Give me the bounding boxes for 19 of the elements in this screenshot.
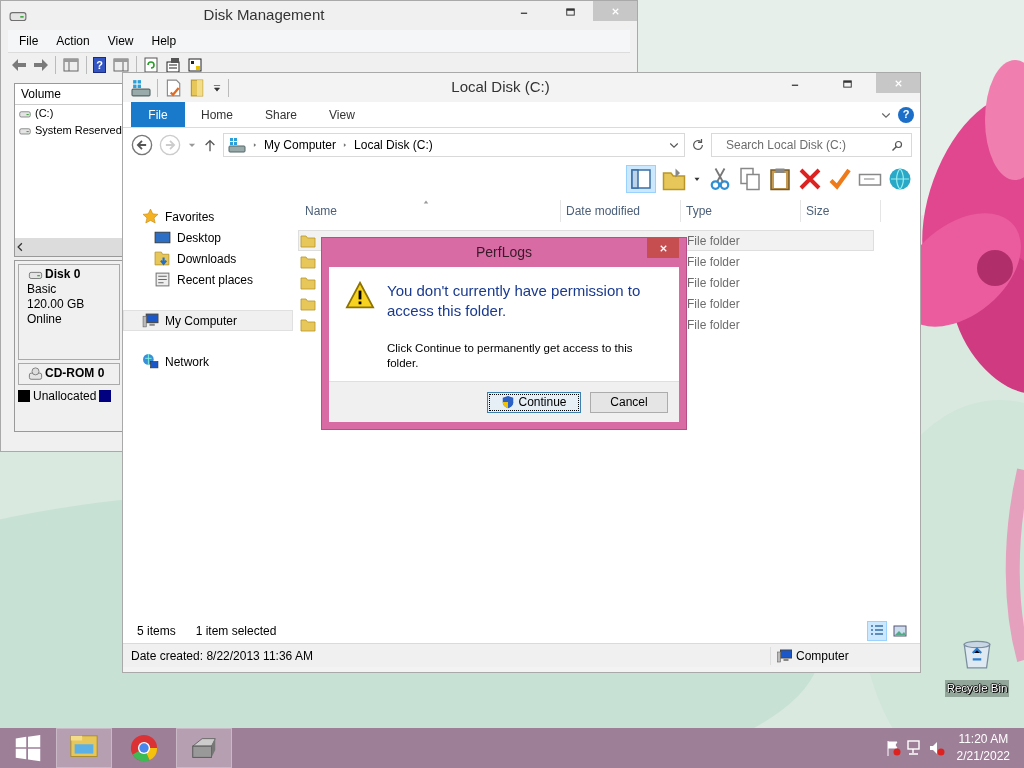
disk-name: CD-ROM 0 (45, 366, 105, 381)
disk-info: 120.00 GB (27, 297, 86, 312)
disk-name: Disk 0 (45, 267, 81, 282)
type-cell-text: File folder (687, 316, 741, 334)
type-cell-text: File folder (687, 295, 741, 313)
window-title: Local Disk (C:) (450, 77, 551, 98)
window-title: Disk Management (202, 5, 326, 26)
disk-info: Basic (27, 282, 58, 297)
location-text: Computer (796, 647, 849, 665)
legend-label: Unallocated (33, 388, 97, 405)
date-created-text: Date created: 8/22/2013 11:36 AM (131, 647, 313, 665)
item-count: 5 items (137, 622, 176, 640)
type-cell-text: File folder (687, 232, 741, 250)
type-cell-text: File folder (687, 274, 741, 292)
disk-info: Online (27, 312, 63, 327)
dialog-heading: You don't currently have permission to access this folder. (387, 281, 642, 321)
selection-count: 1 item selected (195, 622, 277, 640)
type-cell-text: File folder (687, 253, 741, 271)
dialog-message: Click Continue to permanently get access to this folder. (387, 341, 634, 371)
